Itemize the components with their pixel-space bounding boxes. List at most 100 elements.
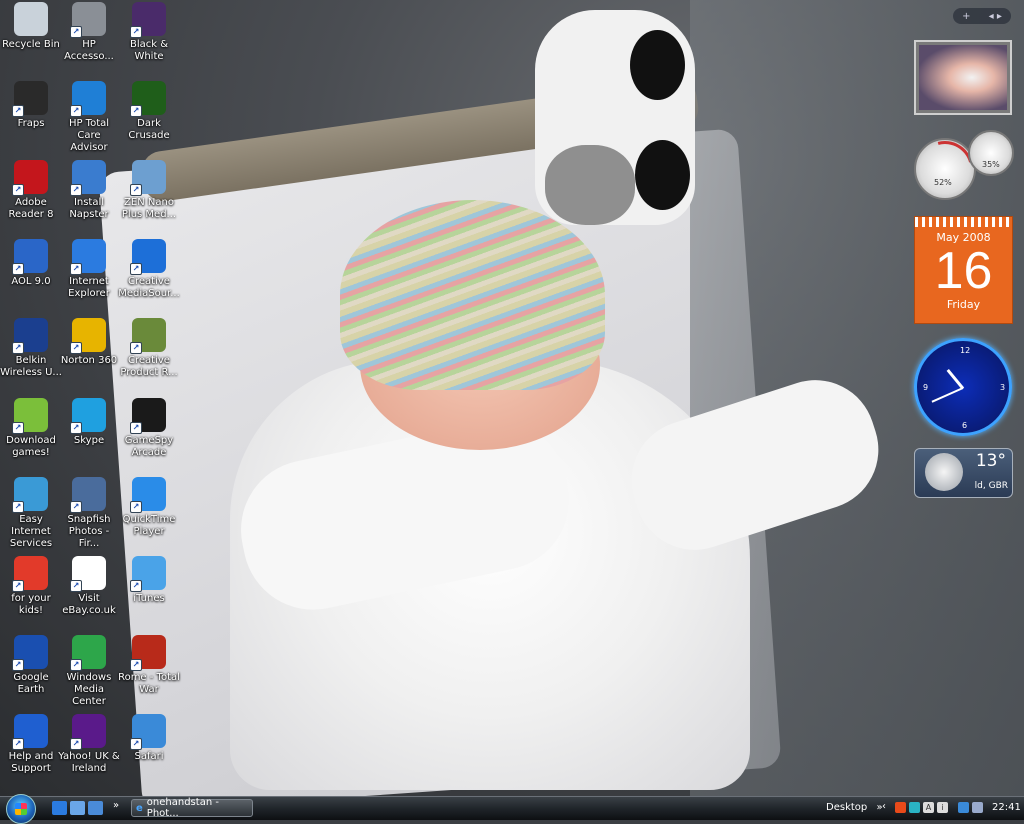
volume-icon[interactable]	[972, 802, 983, 813]
desktop-icon[interactable]: ↗ Download games!	[0, 398, 62, 459]
desktop-icon-label: Belkin Wireless U...	[0, 355, 62, 378]
desktop-icon[interactable]: ↗ Fraps	[0, 81, 62, 130]
desktop-icon-label: Download games!	[6, 435, 56, 458]
desktop-icon[interactable]: ↗ HP Total Care Advisor	[58, 81, 120, 154]
shortcut-arrow-icon: ↗	[12, 184, 24, 196]
shortcut-arrow-icon: ↗	[130, 184, 142, 196]
desktop-icon[interactable]: ↗ Black & White	[118, 2, 180, 63]
desktop-icon-label: ZEN Nano Plus Med...	[121, 197, 177, 220]
wallpaper-toy-cow	[535, 10, 695, 225]
slideshow-picture	[919, 45, 1007, 110]
desktop-icon-label: HP Accesso...	[64, 39, 114, 62]
shortcut-arrow-icon: ↗	[70, 184, 82, 196]
shortcut-arrow-icon: ↗	[12, 105, 24, 117]
desktop-icon-label: Fraps	[17, 118, 45, 129]
taskbar-window-button[interactable]: e onehandstan - Phot...	[131, 797, 253, 819]
shortcut-arrow-icon: ↗	[12, 580, 24, 592]
sidebar-toolbar[interactable]: + ◂ ▸	[953, 8, 1011, 24]
desktop-icon-label: for your kids!	[11, 593, 51, 616]
desktop-icon[interactable]: ↗ Yahoo! UK & Ireland	[58, 714, 120, 775]
shortcut-arrow-icon: ↗	[70, 263, 82, 275]
desktop-icon[interactable]: ↗ Easy Internet Services	[0, 477, 62, 550]
calendar-binding	[915, 217, 1012, 227]
weather-gadget[interactable]: 13° ld, GBR	[914, 448, 1013, 498]
desktop-icon[interactable]: ↗ AOL 9.0	[0, 239, 62, 288]
desktop-icon[interactable]: ↗ QuickTime Player	[118, 477, 180, 538]
desktop-icon[interactable]: Recycle Bin	[0, 2, 62, 51]
taskbar-window-label: onehandstan - Phot...	[146, 797, 219, 819]
slideshow-gadget[interactable]	[914, 40, 1012, 115]
desktop-icon[interactable]: ↗ Rome - Total War	[118, 635, 180, 696]
desktop-icon[interactable]: ↗ Adobe Reader 8	[0, 160, 62, 221]
shortcut-arrow-icon: ↗	[130, 26, 142, 38]
black-and-white-icon: ↗	[130, 2, 166, 38]
network-icon[interactable]	[958, 802, 969, 813]
dark-crusade-icon: ↗	[130, 81, 166, 117]
desktop-icon[interactable]: ↗ Visit eBay.co.uk	[58, 556, 120, 617]
windows-media-center-icon: ↗	[70, 635, 106, 671]
cpu-meter-gadget[interactable]: 52% 35%	[906, 130, 1014, 208]
desktop-icon[interactable]: ↗ GameSpy Arcade	[118, 398, 180, 459]
shortcut-arrow-icon: ↗	[70, 580, 82, 592]
start-button[interactable]	[6, 794, 36, 824]
tray-icon-1[interactable]	[909, 802, 920, 813]
desktop-icon[interactable]: ↗ Creative Product R...	[118, 318, 180, 379]
norton-tray-icon[interactable]	[895, 802, 906, 813]
desktop-toolbar[interactable]: Desktop »	[826, 802, 883, 813]
desktop-icon[interactable]: ↗ ZEN Nano Plus Med...	[118, 160, 180, 221]
desktop-icon[interactable]: ↗ Belkin Wireless U...	[0, 318, 62, 379]
shortcut-arrow-icon: ↗	[70, 26, 82, 38]
shortcut-arrow-icon: ↗	[12, 501, 24, 513]
desktop-icon[interactable]: ↗ Creative MediaSour...	[118, 239, 180, 300]
fraps-icon: ↗	[12, 81, 48, 117]
shortcut-arrow-icon: ↗	[70, 738, 82, 750]
desktop-icon[interactable]: ↗ Install Napster	[58, 160, 120, 221]
hp-accessories-icon: ↗	[70, 2, 106, 38]
shortcut-arrow-icon: ↗	[70, 105, 82, 117]
quicklaunch-show-desktop-icon[interactable]	[70, 801, 85, 815]
desktop-icon[interactable]: ↗ iTunes	[118, 556, 180, 605]
desktop-icon[interactable]: ↗ Safari	[118, 714, 180, 763]
desktop-icon[interactable]: ↗ Help and Support	[0, 714, 62, 775]
desktop-icon[interactable]: ↗ Google Earth	[0, 635, 62, 696]
norton-icon: ↗	[70, 318, 106, 354]
calendar-gadget[interactable]: May 2008 16 Friday	[914, 216, 1013, 324]
desktop-icon-label: Recycle Bin	[2, 39, 60, 50]
desktop-icon[interactable]: ↗ Snapfish Photos - Fir...	[58, 477, 120, 550]
desktop-icon[interactable]: ↗ Windows Media Center	[58, 635, 120, 708]
creative-product-icon: ↗	[130, 318, 166, 354]
cpu-percent-label: 52%	[934, 178, 952, 187]
desktop-icon[interactable]: ↗ Skype	[58, 398, 120, 447]
memory-percent-label: 35%	[982, 160, 1000, 169]
shortcut-arrow-icon: ↗	[70, 422, 82, 434]
desktop-icon-label: Creative MediaSour...	[118, 276, 180, 299]
shortcut-arrow-icon: ↗	[70, 659, 82, 671]
desktop-icon[interactable]: ↗ HP Accesso...	[58, 2, 120, 63]
safari-icon: ↗	[130, 714, 166, 750]
add-gadget-button[interactable]: +	[962, 11, 970, 22]
desktop-icon[interactable]: ↗ Dark Crusade	[118, 81, 180, 142]
clock-gadget[interactable]: 12 3 6 9	[914, 338, 1012, 436]
desktop-icon-label: QuickTime Player	[122, 514, 176, 537]
desktop-icon[interactable]: ↗ Internet Explorer	[58, 239, 120, 300]
gadget-nav-arrows[interactable]: ◂ ▸	[989, 11, 1002, 22]
moon-icon	[925, 453, 963, 491]
calendar-day: 16	[934, 242, 993, 300]
belkin-wireless-icon: ↗	[12, 318, 48, 354]
desktop-icon-label: HP Total Care Advisor	[68, 118, 110, 153]
desktop-icon-label: Easy Internet Services	[9, 514, 53, 549]
shortcut-arrow-icon: ↗	[12, 659, 24, 671]
desktop-icon[interactable]: ↗ for your kids!	[0, 556, 62, 617]
quicklaunch-switch-windows-icon[interactable]	[88, 801, 103, 815]
tray-clock[interactable]: 22:41	[992, 802, 1021, 813]
quicklaunch-chevron[interactable]: »	[113, 800, 119, 811]
tray-expand-arrow[interactable]: ‹	[882, 801, 886, 812]
shortcut-arrow-icon: ↗	[70, 342, 82, 354]
tray-icon-a[interactable]: A	[923, 802, 934, 813]
quicklaunch-ie-icon[interactable]	[52, 801, 67, 815]
desktop-icon-label: Yahoo! UK & Ireland	[58, 751, 120, 774]
snapfish-icon: ↗	[70, 477, 106, 513]
desktop-icon[interactable]: ↗ Norton 360	[58, 318, 120, 367]
tray-icon-info[interactable]: i	[937, 802, 948, 813]
shortcut-arrow-icon: ↗	[130, 501, 142, 513]
